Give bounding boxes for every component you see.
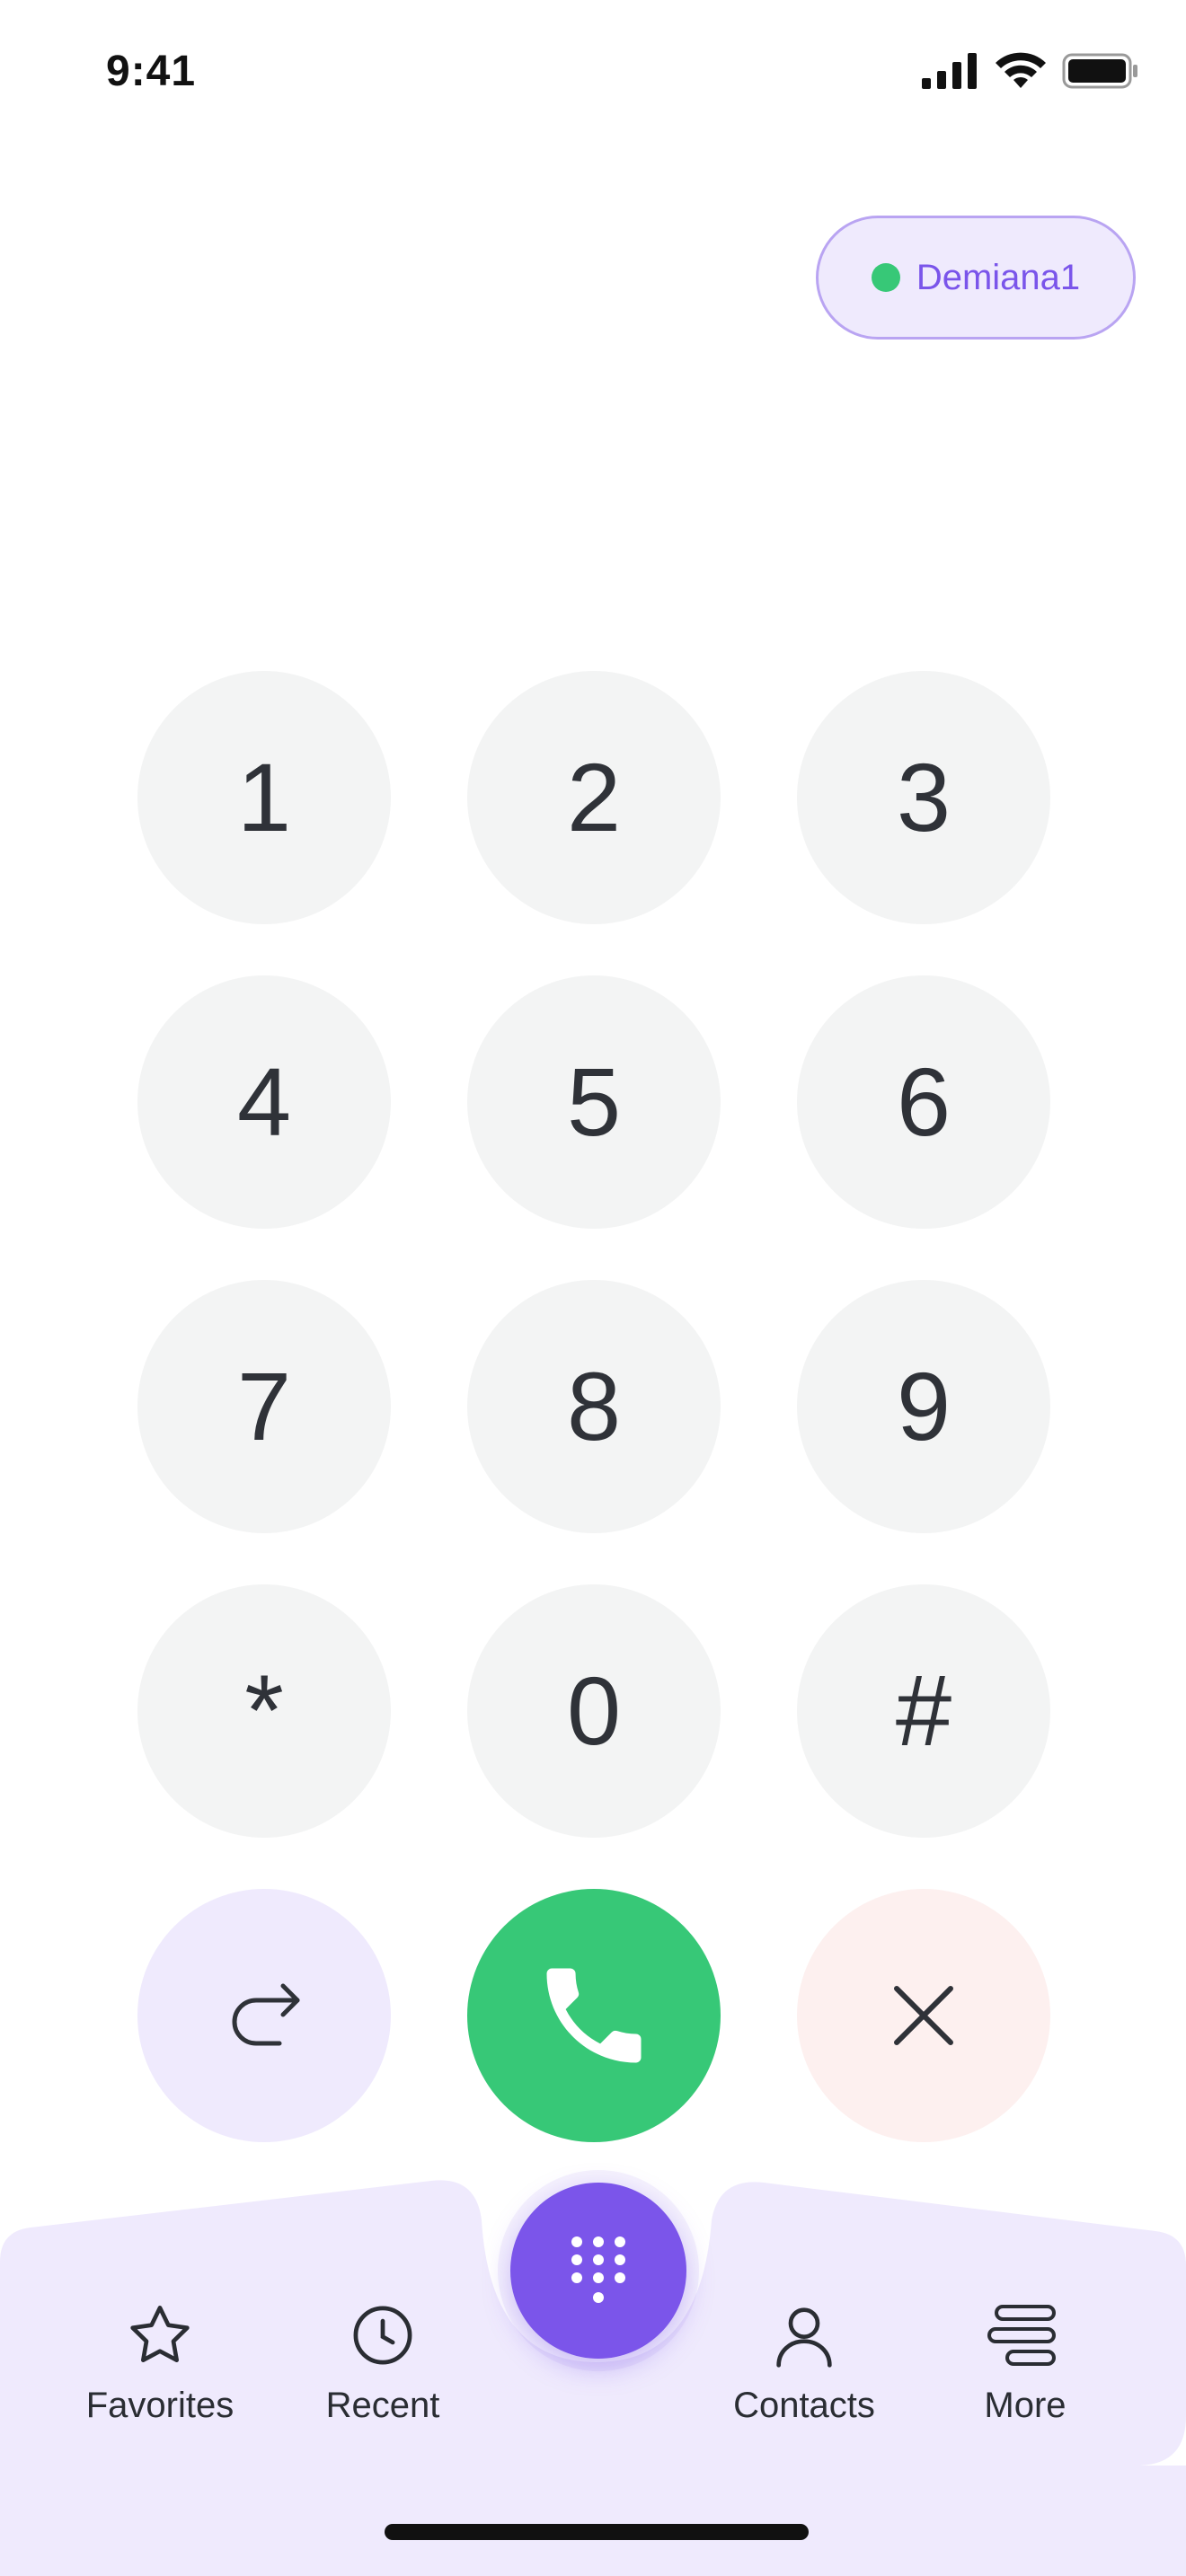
status-bar: 9:41 [0,0,1186,144]
key-label: 2 [566,743,622,851]
dialpad-tab-button[interactable] [510,2183,686,2359]
tab-contacts[interactable]: Contacts [696,2299,912,2452]
key-label: 6 [896,1047,951,1156]
key-label: 5 [566,1047,622,1156]
key-label: 7 [236,1352,292,1460]
key-label: 3 [896,743,951,851]
key-4[interactable]: 4 [137,975,391,1229]
key-label: # [895,1654,952,1767]
status-icons [922,52,1139,90]
key-hash[interactable]: # [797,1584,1050,1838]
tab-label: More [984,2386,1067,2425]
key-3[interactable]: 3 [797,671,1050,924]
tab-favorites[interactable]: Favorites [52,2299,268,2452]
tab-label: Recent [325,2386,440,2425]
clock-icon [353,2306,412,2365]
key-label: 9 [896,1352,951,1460]
call-button[interactable] [467,1889,721,2142]
home-indicator[interactable] [385,2524,809,2540]
key-2[interactable]: 2 [467,671,721,924]
dialpad-icon [571,2236,625,2303]
person-icon [776,2307,832,2368]
key-5[interactable]: 5 [467,975,721,1229]
tab-label: Contacts [733,2386,875,2425]
key-label: 0 [566,1656,622,1765]
star-icon [130,2306,190,2362]
redial-button[interactable] [137,1889,391,2142]
tab-more[interactable]: More [917,2299,1133,2452]
wifi-icon [996,52,1046,88]
key-label: * [244,1654,284,1767]
key-label: 4 [236,1047,292,1156]
account-name: Demiana1 [916,257,1081,297]
tab-label: Favorites [85,2386,235,2425]
key-8[interactable]: 8 [467,1280,721,1533]
key-0[interactable]: 0 [467,1584,721,1838]
key-9[interactable]: 9 [797,1280,1050,1533]
close-icon [894,1986,953,2045]
account-status-button[interactable]: Demiana1 [816,216,1136,340]
menu-lines-icon [987,2305,1056,2366]
key-star[interactable]: * [137,1584,391,1838]
clear-button[interactable] [797,1889,1050,2142]
battery-icon [1062,53,1137,89]
key-label: 1 [236,743,292,851]
key-6[interactable]: 6 [797,975,1050,1229]
key-7[interactable]: 7 [137,1280,391,1533]
redial-arrow-icon [232,1983,300,2046]
key-1[interactable]: 1 [137,671,391,924]
presence-dot [871,263,900,292]
cellular-signal-icon [922,53,977,89]
key-label: 8 [566,1352,622,1460]
tab-recent[interactable]: Recent [275,2299,491,2452]
status-time: 9:41 [106,48,197,95]
phone-icon [546,1968,642,2063]
